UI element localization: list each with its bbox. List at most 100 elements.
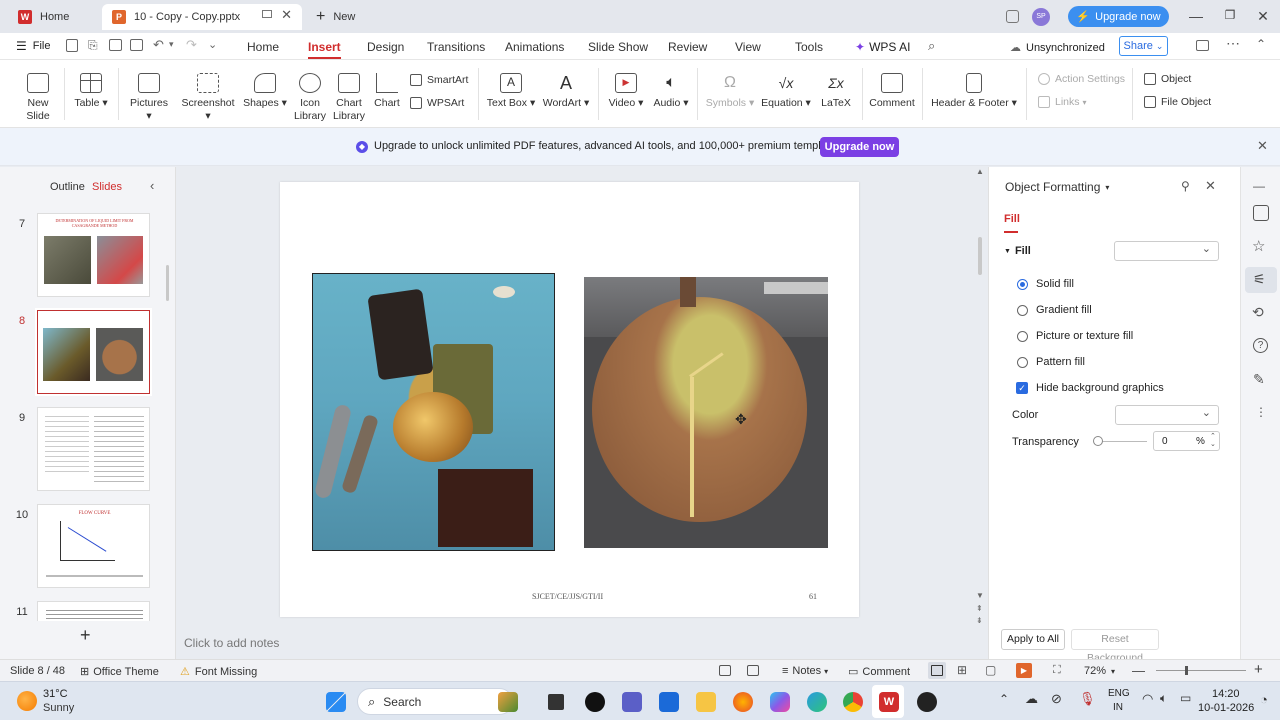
table-button[interactable]: Table ▾ — [71, 70, 111, 110]
smartart-button[interactable]: SmartArt — [410, 74, 468, 86]
add-slide-icon[interactable]: + — [80, 625, 91, 646]
fill-section-header[interactable]: ▼ Fill — [1004, 245, 1031, 257]
layout-icon[interactable] — [1006, 10, 1019, 23]
comment-button[interactable]: Comment — [868, 70, 916, 110]
reset-background-button[interactable]: Reset Background — [1071, 629, 1159, 664]
show-hidden-icons[interactable]: ⌃ — [999, 692, 1009, 706]
slide-thumbnail-10[interactable]: FLOW CURVE — [37, 504, 150, 588]
theme-indicator[interactable]: ⊞ Office Theme — [80, 665, 159, 679]
radio-gradient-fill[interactable]: Gradient fill — [1017, 304, 1092, 316]
zoom-level[interactable]: 72% ▾ — [1084, 665, 1115, 677]
language-region[interactable]: IN — [1113, 702, 1123, 713]
slide-thumbnail-7[interactable]: DETERMINATION OF LIQUID LIMIT FROM CASAG… — [37, 213, 150, 297]
normal-view-icon[interactable] — [931, 665, 943, 676]
sun-weather-icon[interactable] — [17, 691, 37, 711]
restore-tab-icon[interactable] — [262, 10, 272, 18]
hide-background-checkbox[interactable]: ✓ Hide background graphics — [1016, 382, 1164, 394]
menu-transitions[interactable]: Transitions — [427, 40, 485, 54]
scroll-down-icon[interactable]: ▼ — [976, 591, 984, 600]
wpsart-button[interactable]: WPSArt — [410, 97, 464, 109]
menu-review[interactable]: Review — [668, 40, 707, 54]
header-footer-button[interactable]: Header & Footer ▾ — [930, 70, 1018, 110]
undo-icon[interactable]: ↶ — [153, 37, 164, 53]
tab-fill[interactable]: Fill — [1004, 213, 1020, 225]
more-options-icon[interactable]: ⋯ — [1226, 35, 1240, 52]
volume-icon[interactable]: 🔈︎ — [1160, 691, 1167, 706]
export-icon[interactable]: ⎘ — [88, 38, 98, 53]
text-box-button[interactable]: A Text Box ▾ — [486, 70, 536, 110]
font-missing-indicator[interactable]: ⚠ Font Missing — [180, 665, 257, 679]
zoom-out-icon[interactable]: — — [1132, 663, 1145, 678]
tab-slides[interactable]: Slides — [92, 181, 122, 193]
print-icon[interactable] — [109, 39, 122, 51]
transparency-slider[interactable] — [1097, 441, 1147, 442]
wps-office-icon[interactable]: W — [879, 692, 899, 712]
notes-placeholder[interactable]: Click to add notes — [184, 636, 279, 650]
equation-button[interactable]: √x Equation ▾ — [761, 70, 811, 110]
shapes-button[interactable]: Shapes ▾ — [243, 70, 287, 110]
action-settings-button[interactable]: Action Settings — [1038, 73, 1125, 85]
collapse-panel-icon[interactable]: ‹ — [150, 178, 154, 193]
wifi-icon[interactable]: ◠ — [1142, 691, 1153, 707]
object-button[interactable]: Object — [1144, 73, 1191, 85]
grid-view-icon[interactable]: ⊞ — [957, 663, 967, 677]
slide-thumbnail-8[interactable] — [35, 308, 152, 396]
close-banner-icon[interactable]: ✕ — [1257, 138, 1268, 154]
pictures-button[interactable]: Pictures ▾ — [126, 70, 172, 123]
language-code[interactable]: ENG — [1108, 688, 1130, 699]
expand-icon[interactable]: ⌃ — [1256, 37, 1266, 51]
zoom-in-icon[interactable]: + — [1254, 661, 1263, 678]
file-explorer-icon[interactable] — [696, 692, 716, 712]
zoom-slider-thumb[interactable] — [1185, 666, 1188, 675]
minimize-icon[interactable]: — — [1186, 8, 1206, 24]
close-window-icon[interactable]: ✕ — [1253, 8, 1273, 25]
onedrive-icon[interactable]: ☁ — [1025, 691, 1038, 707]
search-icon[interactable]: ⌕ — [928, 38, 935, 54]
chart-library-button[interactable]: Chart Library — [331, 70, 367, 123]
widgets-icon[interactable] — [498, 692, 518, 712]
app-icon[interactable] — [917, 692, 937, 712]
spinner-up-icon[interactable]: ⌃ — [1210, 432, 1216, 440]
links-button[interactable]: Links ▾ — [1038, 96, 1087, 108]
menu-animations[interactable]: Animations — [505, 40, 564, 54]
menu-design[interactable]: Design — [367, 40, 404, 54]
slide-thumbnail-9[interactable] — [37, 407, 150, 491]
scroll-up-icon[interactable]: ▲ — [976, 167, 984, 176]
screenshot-button[interactable]: Screenshot ▾ — [178, 70, 238, 123]
menu-wps-ai[interactable]: ✦ WPS AI — [855, 40, 910, 54]
file-object-button[interactable]: File Object — [1144, 96, 1211, 108]
menu-tools[interactable]: Tools — [795, 40, 823, 54]
wordart-button[interactable]: A WordArt ▾ — [542, 70, 590, 110]
redo-icon[interactable]: ↷ — [186, 37, 197, 53]
chart-button[interactable]: Chart — [372, 70, 402, 110]
task-view-icon[interactable] — [548, 694, 564, 710]
undo-dropdown-icon[interactable]: ▾ — [169, 39, 174, 50]
slider-thumb[interactable] — [1093, 436, 1103, 446]
video-button[interactable]: ▶ Video ▾ — [606, 70, 646, 110]
banner-upgrade-button[interactable]: Upgrade now — [820, 137, 899, 157]
chrome-icon[interactable] — [843, 692, 863, 712]
history-icon[interactable]: ⟲ — [1252, 304, 1264, 321]
fill-preset-dropdown[interactable] — [1114, 241, 1219, 261]
slide-sorter-icon[interactable] — [747, 665, 759, 676]
fit-window-icon[interactable]: ⛶ — [1053, 664, 1061, 677]
dell-app-icon[interactable] — [585, 692, 605, 712]
battery-icon[interactable]: ▭ — [1180, 691, 1191, 705]
collapse-ribbon-icon[interactable] — [1196, 40, 1209, 51]
audio-button[interactable]: 🔈︎ Audio ▾ — [651, 70, 691, 110]
pin-icon[interactable]: ⚲ — [1181, 179, 1190, 193]
copilot-icon[interactable] — [770, 692, 790, 712]
upgrade-button[interactable]: ⚡ Upgrade now — [1068, 6, 1169, 27]
taskbar-search[interactable]: ⌕ Search — [357, 688, 513, 715]
slide-image-liquid-limit-device[interactable] — [312, 273, 555, 551]
print-preview-icon[interactable] — [130, 39, 143, 51]
styles-icon[interactable] — [1253, 205, 1269, 221]
share-button[interactable]: Share ⌄ — [1119, 36, 1168, 56]
notifications-icon[interactable]: ◔ — [1260, 692, 1268, 707]
clock-time[interactable]: 14:20 — [1212, 688, 1240, 700]
symbols-button[interactable]: Ω Symbols ▾ — [705, 70, 755, 110]
tab-outline[interactable]: Outline — [50, 181, 85, 193]
spinner-down-icon[interactable]: ⌄ — [1210, 440, 1216, 448]
comment-toggle[interactable]: ▭ Comment — [848, 665, 910, 679]
zoom-slider[interactable] — [1156, 670, 1246, 671]
